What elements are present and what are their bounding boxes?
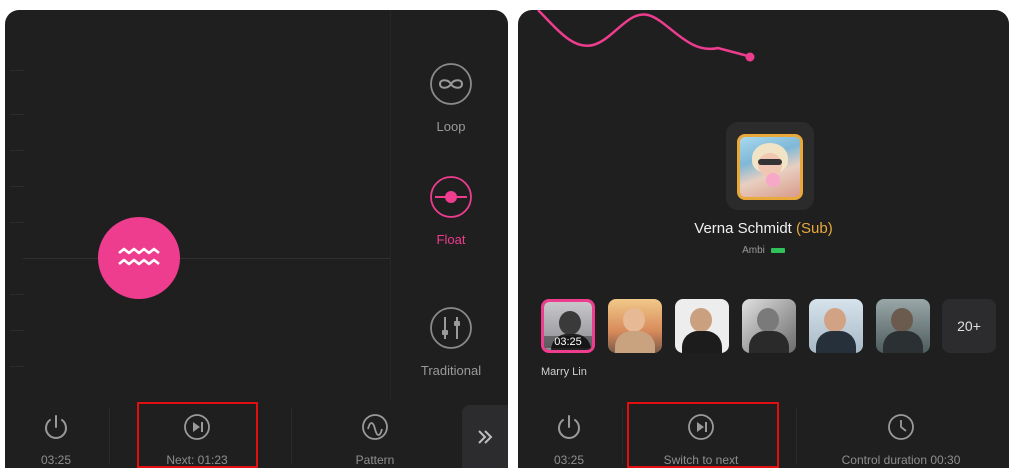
pattern-label: Pattern <box>355 453 395 467</box>
control-duration-button[interactable]: Control duration 00:30 <box>818 402 984 468</box>
infinity-icon <box>430 63 472 105</box>
float-track-line <box>23 258 390 259</box>
power-button[interactable]: 03:25 <box>526 402 612 468</box>
battery-icon <box>770 247 785 253</box>
mode-traditional[interactable]: Traditional <box>403 306 499 378</box>
avatar <box>737 134 803 200</box>
mode-loop[interactable]: Loop <box>403 62 499 134</box>
selected-participant-name: Marry Lin <box>541 366 587 378</box>
power-icon <box>45 415 67 439</box>
control-duration-label: Control duration 00:30 <box>841 453 961 467</box>
right-control-panel: Verna Schmidt (Sub) Ambi 03:25 20+ Marry… <box>518 10 1009 468</box>
power-time: 03:25 <box>553 453 585 467</box>
bar-separator <box>796 408 797 464</box>
participant-thumbnail[interactable] <box>742 299 796 353</box>
panel-divider <box>390 10 391 400</box>
scale-tick <box>10 70 24 71</box>
more-participants-button[interactable]: 20+ <box>942 299 996 353</box>
toy-status: Ambi <box>518 245 1009 256</box>
pattern-wave-graph <box>537 10 755 62</box>
participant-thumbnail[interactable] <box>809 299 863 353</box>
left-control-panel: Loop Float Traditional 03:25 Next: 01:23… <box>5 10 508 468</box>
sliders-icon <box>430 307 472 349</box>
scale-tick <box>10 294 24 295</box>
thumbnail-time: 03:25 <box>544 336 592 348</box>
highlight-box <box>137 402 258 468</box>
pattern-button[interactable]: Pattern <box>325 402 425 468</box>
mode-label: Loop <box>436 119 466 134</box>
bar-separator <box>109 408 110 464</box>
participant-thumbnail[interactable] <box>608 299 662 353</box>
scale-tick <box>10 330 24 331</box>
bar-separator <box>291 408 292 464</box>
scale-tick <box>10 366 24 367</box>
profile-card[interactable] <box>726 122 814 210</box>
clock-icon <box>888 414 914 440</box>
expand-button[interactable] <box>462 405 508 468</box>
pattern-wave-icon <box>362 414 388 440</box>
participant-thumbnail[interactable] <box>675 299 729 353</box>
mode-float[interactable]: Float <box>403 175 499 247</box>
bar-separator <box>622 408 623 464</box>
mode-label: Traditional <box>420 363 482 378</box>
participant-thumbnail[interactable]: 03:25 <box>541 299 595 353</box>
user-role-tag: (Sub) <box>796 220 833 237</box>
double-chevron-right-icon <box>478 429 493 444</box>
scale-tick <box>10 114 24 115</box>
scale-tick <box>10 150 24 151</box>
mode-label: Float <box>436 232 466 247</box>
float-control-ball[interactable] <box>98 217 180 299</box>
power-time: 03:25 <box>40 453 72 467</box>
user-name: Verna Schmidt <box>694 220 792 237</box>
power-icon <box>558 415 580 439</box>
wave-icon <box>118 247 160 266</box>
float-icon <box>430 176 472 218</box>
toy-name: Ambi <box>742 245 765 256</box>
highlight-box <box>627 402 779 468</box>
scale-tick <box>10 186 24 187</box>
power-button[interactable]: 03:25 <box>13 402 99 468</box>
scale-tick <box>10 222 24 223</box>
participant-thumbnail[interactable] <box>876 299 930 353</box>
user-name-row: Verna Schmidt (Sub) <box>518 220 1009 237</box>
